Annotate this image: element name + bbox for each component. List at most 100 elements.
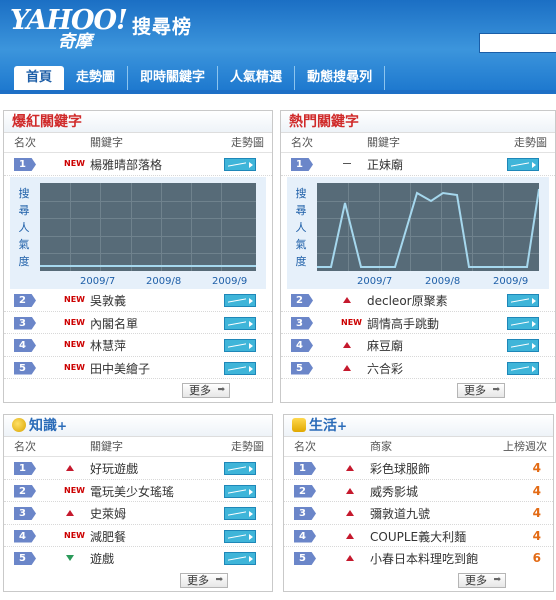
weeks-count: 4 <box>532 506 541 520</box>
trend-chart-icon[interactable] <box>224 294 256 307</box>
chart-ylabel: 搜尋人氣度 <box>295 187 307 268</box>
list-item[interactable]: 1 好玩遊戲 <box>4 457 272 480</box>
shop-link[interactable]: 彩色球服飾 <box>370 460 430 477</box>
expand-plus: + <box>337 419 348 433</box>
trend-chart-icon[interactable] <box>224 484 256 498</box>
keyword-link[interactable]: 正妹廟 <box>367 156 403 173</box>
keyword-link[interactable]: 麻豆廟 <box>367 337 403 354</box>
site-header: YAHOO! 奇摩 搜尋榜 首頁 走勢圖 即時關鍵字 人氣精選 動態搜尋列 <box>0 0 556 90</box>
shop-link[interactable]: 小春日本料理吃到飽 <box>370 550 478 567</box>
more-button[interactable]: 更多 <box>457 383 505 398</box>
keyword-link[interactable]: 好玩遊戲 <box>90 460 138 477</box>
weeks-count: 6 <box>532 551 541 565</box>
rank-up-icon <box>346 555 354 561</box>
list-item[interactable]: 5 小春日本料理吃到飽 6 <box>284 547 553 570</box>
popular-keywords-title: 熱門關鍵字 <box>281 111 555 133</box>
trend-chart-icon[interactable] <box>507 316 539 330</box>
more-button[interactable]: 更多 <box>180 573 228 588</box>
column-header: 名次 關鍵字 走勢圖 <box>4 437 272 457</box>
shop-link[interactable]: 彌敦道九號 <box>370 505 430 522</box>
more-button[interactable]: 更多 <box>182 383 230 398</box>
keyword-link[interactable]: 內閣名單 <box>90 315 138 332</box>
rank-badge: 5 <box>14 361 36 375</box>
list-item[interactable]: 4 麻豆廟 <box>281 334 555 357</box>
tick-label: 2009/7 <box>357 276 393 287</box>
list-item[interactable]: 4 NEW 減肥餐 <box>4 525 272 547</box>
list-item[interactable]: 2 decleor原聚素 <box>281 289 555 312</box>
tick-label: 2009/8 <box>425 276 461 287</box>
col-trend: 走勢圖 <box>231 136 264 149</box>
list-item[interactable]: 2 NEW 電玩美少女瑤瑤 <box>4 480 272 502</box>
list-item[interactable]: 5 NEW 田中美繪子 <box>4 357 272 379</box>
trend-chart-icon[interactable] <box>224 339 256 352</box>
keyword-link[interactable]: 減肥餐 <box>90 528 126 545</box>
keyword-link[interactable]: 吳敦義 <box>90 292 126 309</box>
col-trend: 走勢圖 <box>514 136 547 149</box>
knowledge-title[interactable]: 知識+ <box>4 415 272 437</box>
lightbulb-icon <box>12 418 26 432</box>
column-header: 名次 關鍵字 走勢圖 <box>4 133 272 153</box>
keyword-link[interactable]: 調情高手跳動 <box>367 315 439 332</box>
keyword-link[interactable]: 林慧萍 <box>90 337 126 354</box>
rank-down-icon <box>66 555 74 561</box>
life-panel: 生活+ 名次 商家 上榜週次 1 彩色球服飾 4 2 威秀影城 4 3 彌敦道九… <box>283 414 554 592</box>
trend-chart-icon[interactable] <box>507 158 539 171</box>
trend-chart-icon[interactable] <box>224 507 256 520</box>
trend-chart-icon[interactable] <box>224 158 256 171</box>
tab-dynamic-search-bar[interactable]: 動態搜尋列 <box>295 66 386 90</box>
shop-link[interactable]: 威秀影城 <box>370 483 418 500</box>
list-item[interactable]: 1 正妹廟 <box>281 153 555 176</box>
tick-label: 2009/8 <box>146 276 182 287</box>
tab-trends[interactable]: 走勢圖 <box>64 66 129 90</box>
more-button[interactable]: 更多 <box>458 573 506 588</box>
rank-up-icon <box>66 465 74 471</box>
rank-badge: 3 <box>294 507 316 520</box>
keyword-link[interactable]: 六合彩 <box>367 360 403 377</box>
section-title: 知識 <box>29 418 57 434</box>
list-item[interactable]: 5 六合彩 <box>281 357 555 379</box>
trend-chart-icon[interactable] <box>224 316 256 330</box>
chart-ylabel: 搜尋人氣度 <box>18 187 30 268</box>
rank-badge: 2 <box>14 484 36 498</box>
trend-chart-icon[interactable] <box>507 361 539 375</box>
list-item[interactable]: 4 COUPLE義大利麵 4 <box>284 525 553 547</box>
list-item[interactable]: 1 NEW 楊雅晴部落格 <box>4 153 272 176</box>
no-change-mark <box>343 163 351 164</box>
knowledge-panel: 知識+ 名次 關鍵字 走勢圖 1 好玩遊戲 2 NEW 電玩美少女瑤瑤 3 史萊… <box>3 414 273 592</box>
list-item[interactable]: 3 彌敦道九號 4 <box>284 502 553 525</box>
list-item[interactable]: 3 NEW 內閣名單 <box>4 312 272 334</box>
tick-label: 2009/9 <box>493 276 529 287</box>
life-title[interactable]: 生活+ <box>284 415 553 437</box>
hot-keywords-panel: 爆紅關鍵字 名次 關鍵字 走勢圖 1 NEW 楊雅晴部落格 搜尋人氣度 2009… <box>3 110 273 403</box>
new-badge: NEW <box>64 340 85 349</box>
list-item[interactable]: 4 NEW 林慧萍 <box>4 334 272 357</box>
keyword-link[interactable]: 田中美繪子 <box>90 360 150 377</box>
tab-home[interactable]: 首頁 <box>14 66 65 90</box>
list-item[interactable]: 5 遊戲 <box>4 547 272 570</box>
keyword-link[interactable]: 史萊姆 <box>90 505 126 522</box>
trend-chart-icon[interactable] <box>224 529 256 543</box>
keyword-link[interactable]: 楊雅晴部落格 <box>90 156 162 173</box>
tab-popular-picks[interactable]: 人氣精選 <box>218 66 296 90</box>
rank-up-icon <box>346 487 354 494</box>
trend-chart-icon[interactable] <box>224 462 256 475</box>
trend-chart-icon[interactable] <box>507 339 539 352</box>
col-keyword: 關鍵字 <box>90 136 123 149</box>
list-item[interactable]: 1 彩色球服飾 4 <box>284 457 553 480</box>
keyword-link[interactable]: 遊戲 <box>90 550 114 567</box>
trend-chart-icon[interactable] <box>224 361 256 375</box>
list-item[interactable]: 3 NEW 調情高手跳動 <box>281 312 555 334</box>
list-item[interactable]: 2 NEW 吳敦義 <box>4 289 272 312</box>
list-item[interactable]: 3 史萊姆 <box>4 502 272 525</box>
list-item[interactable]: 2 威秀影城 4 <box>284 480 553 502</box>
page-title: 搜尋榜 <box>132 16 193 38</box>
chart-plot <box>317 183 539 271</box>
trend-chart-icon[interactable] <box>507 294 539 307</box>
search-input[interactable] <box>479 33 556 53</box>
rank-badge: 5 <box>294 552 316 565</box>
keyword-link[interactable]: 電玩美少女瑤瑤 <box>90 483 174 500</box>
trend-chart-icon[interactable] <box>224 552 256 565</box>
tab-realtime-keywords[interactable]: 即時關鍵字 <box>128 66 219 90</box>
shop-link[interactable]: COUPLE義大利麵 <box>370 528 466 545</box>
keyword-link[interactable]: decleor原聚素 <box>367 292 448 309</box>
